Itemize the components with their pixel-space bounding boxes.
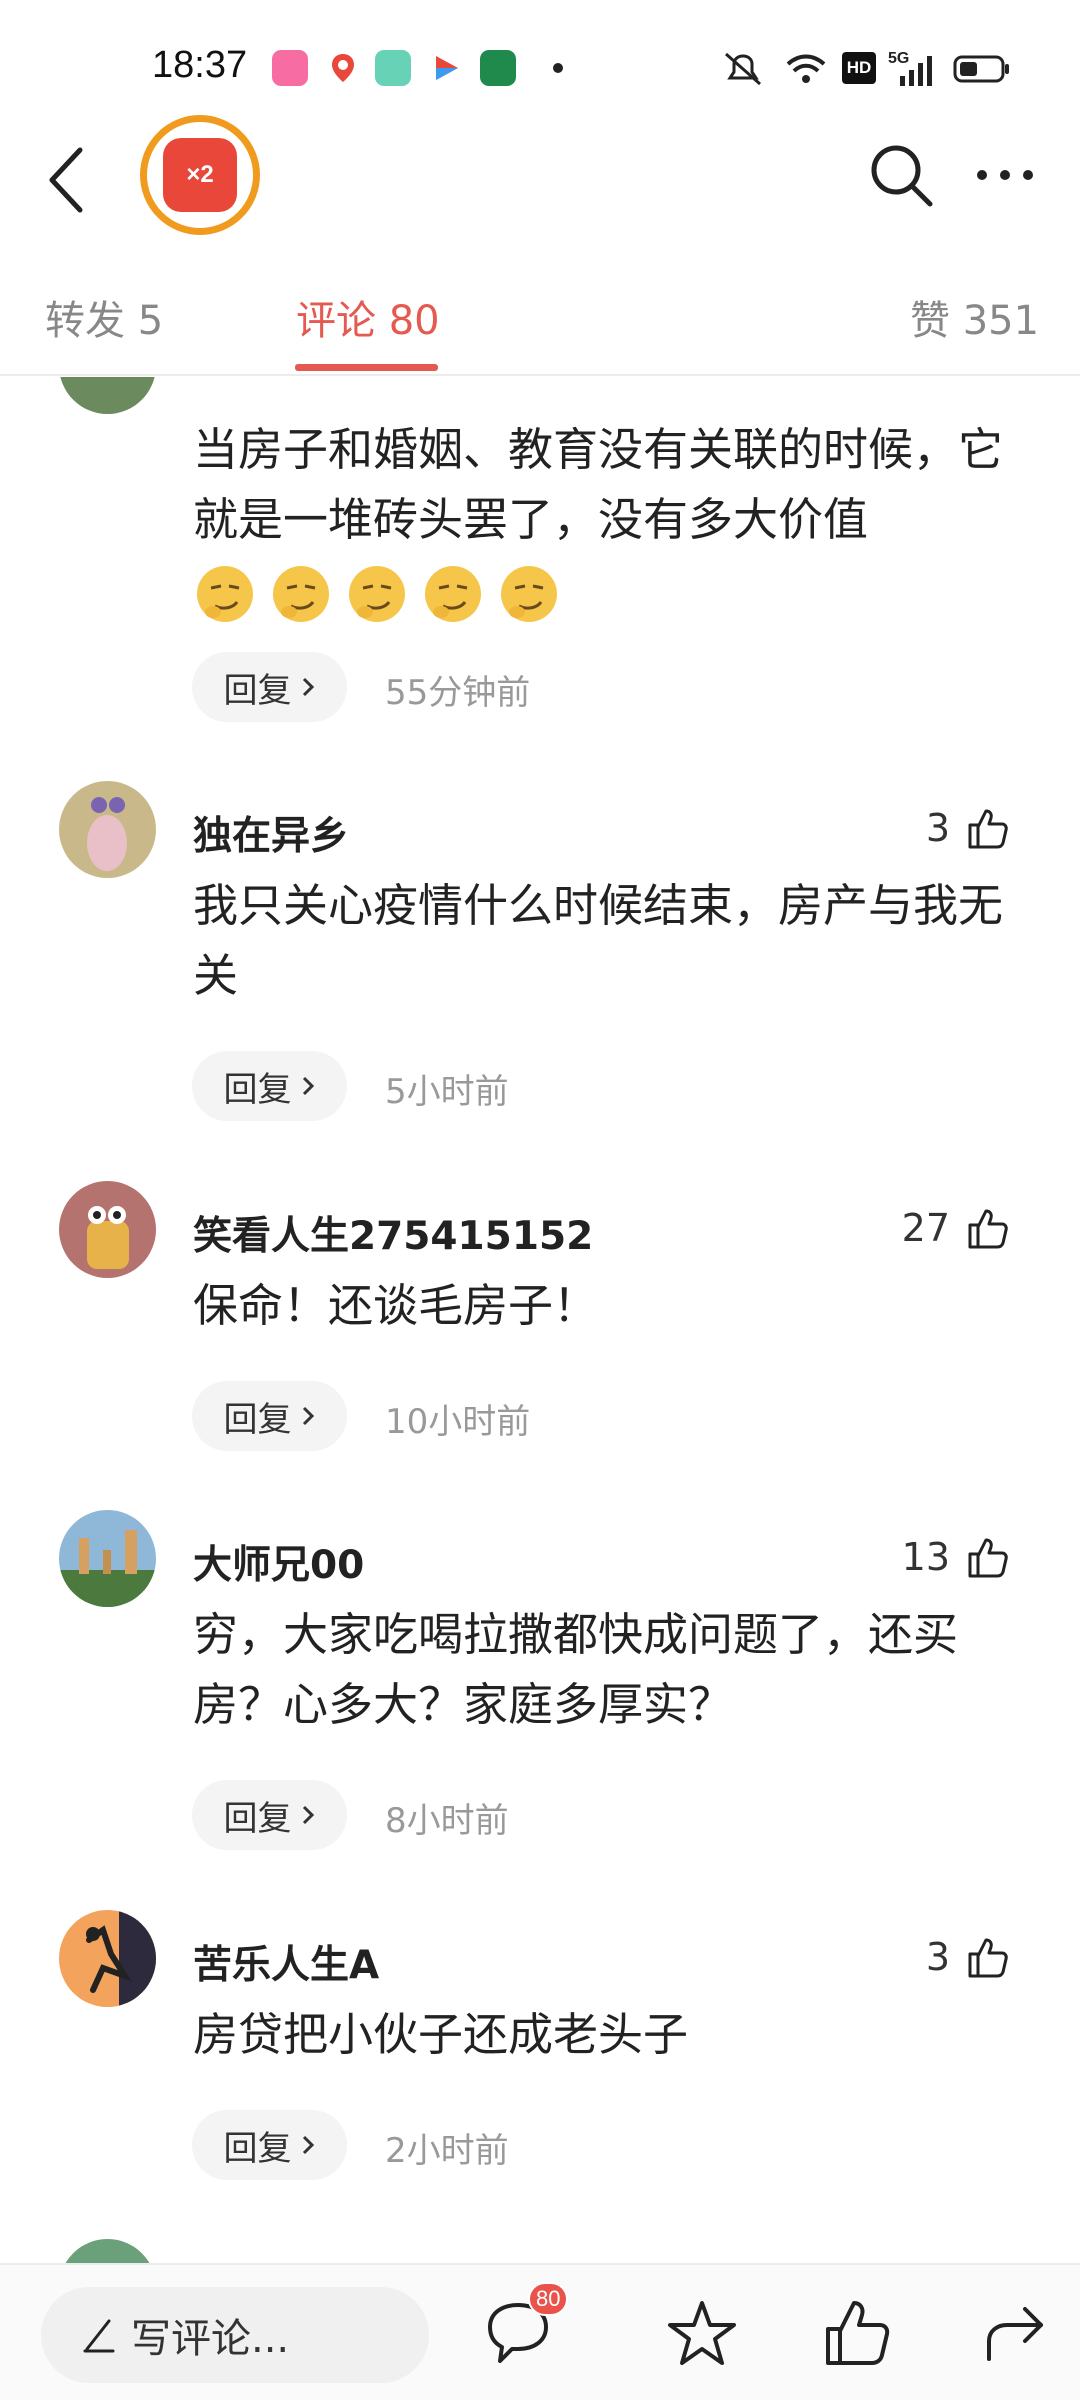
smirk-emoji-icon bbox=[501, 566, 557, 622]
comment-time: 8小时前 bbox=[385, 1801, 509, 1841]
reply-label: 回复 bbox=[223, 1798, 292, 1839]
chevron-right-icon bbox=[302, 1076, 314, 1096]
back-arrow-icon[interactable] bbox=[40, 140, 100, 220]
like-button[interactable]: 27 bbox=[902, 1205, 1010, 1251]
share-icon[interactable] bbox=[975, 2293, 1055, 2373]
comment-time: 10小时前 bbox=[385, 1402, 531, 1442]
like-button[interactable]: 3 bbox=[926, 805, 1010, 851]
reply-label: 回复 bbox=[223, 2128, 292, 2169]
reply-button[interactable]: 回复 bbox=[192, 2110, 347, 2180]
like-button[interactable]: 13 bbox=[902, 1534, 1010, 1580]
signal-icon: 5G bbox=[888, 50, 934, 88]
smirk-emoji-icon bbox=[197, 566, 253, 622]
avatar[interactable] bbox=[59, 1181, 156, 1278]
avatar[interactable] bbox=[59, 781, 156, 878]
hd-label: HD bbox=[846, 58, 872, 77]
reply-button[interactable]: 回复 bbox=[192, 652, 347, 722]
avatar[interactable] bbox=[59, 2239, 156, 2263]
bilibili-icon bbox=[272, 50, 308, 86]
tab-reposts[interactable]: 转发 5 bbox=[45, 288, 163, 346]
input-placeholder: 写评论... bbox=[131, 2316, 290, 2362]
smirk-emoji-icon bbox=[425, 566, 481, 622]
star-icon[interactable] bbox=[662, 2293, 742, 2373]
user-avatar[interactable]: ×2 bbox=[140, 115, 260, 235]
status-bar: 18:37 HD 5G bbox=[0, 0, 1080, 136]
comment-text: 穷，大家吃喝拉撒都快成问题了，还买房？心多大？家庭多厚实？ bbox=[193, 1608, 959, 1731]
thumbs-up-icon bbox=[968, 809, 1008, 849]
search-icon[interactable] bbox=[866, 140, 936, 210]
tab-comments[interactable]: 评论 80 bbox=[296, 288, 440, 346]
comment-text: 房贷把小伙子还成老头子 bbox=[193, 2008, 689, 2061]
bottom-action-bar: 写评论... 80 bbox=[0, 2263, 1080, 2400]
chevron-right-icon bbox=[302, 1805, 314, 1825]
smirk-emoji-icon bbox=[273, 566, 329, 622]
reply-button[interactable]: 回复 bbox=[192, 1780, 347, 1850]
comment-count-badge: 80 bbox=[528, 2282, 569, 2316]
like-count: 3 bbox=[925, 806, 950, 850]
commenter-name[interactable]: 笑看人生275415152 bbox=[193, 1205, 593, 1261]
tab-bar: 转发 5 评论 80 赞 351 bbox=[0, 266, 1080, 376]
write-comment-input[interactable]: 写评论... bbox=[41, 2287, 429, 2383]
thumbs-up-icon bbox=[968, 1938, 1008, 1978]
commenter-name[interactable]: 苦乐人生A bbox=[193, 1934, 379, 1990]
avatar[interactable] bbox=[59, 377, 156, 414]
comment-text: 我只关心疫情什么时候结束，房产与我无关 bbox=[193, 879, 1004, 1002]
chevron-right-icon bbox=[302, 2135, 314, 2155]
commenter-name[interactable]: 大师兄00 bbox=[193, 1534, 364, 1590]
notification-dot bbox=[553, 63, 563, 73]
comment-list[interactable]: 当房子和婚姻、教育没有关联的时候，它就是一堆砖头罢了，没有多大价值 回复 55分… bbox=[0, 377, 1080, 2263]
like-count: 3 bbox=[925, 1935, 950, 1979]
red-packet-icon: ×2 bbox=[163, 138, 237, 212]
thumbs-up-icon bbox=[968, 1538, 1008, 1578]
like-count: 13 bbox=[901, 1535, 950, 1579]
chevron-right-icon bbox=[302, 1406, 314, 1426]
avatar-badge: ×2 bbox=[186, 161, 214, 188]
reply-button[interactable]: 回复 bbox=[192, 1051, 347, 1121]
map-pin-icon bbox=[325, 50, 361, 86]
mute-icon bbox=[725, 52, 761, 86]
comment-time: 5小时前 bbox=[385, 1072, 509, 1112]
comment-text: 当房子和婚姻、教育没有关联的时候，它就是一堆砖头罢了，没有多大价值 bbox=[193, 423, 1004, 546]
reply-label: 回复 bbox=[223, 1399, 292, 1440]
more-options-icon[interactable] bbox=[970, 150, 1040, 200]
status-time: 18:37 bbox=[152, 44, 248, 86]
tab-likes[interactable]: 赞 351 bbox=[910, 288, 1039, 346]
video-app-icon bbox=[428, 50, 464, 86]
comment-time: 55分钟前 bbox=[385, 673, 531, 713]
avatar[interactable] bbox=[59, 1910, 156, 2007]
oppo-icon bbox=[480, 50, 516, 86]
like-count: 27 bbox=[901, 1206, 950, 1250]
gallery-icon bbox=[375, 50, 411, 86]
avatar[interactable] bbox=[59, 1510, 156, 1607]
reply-label: 回复 bbox=[223, 670, 292, 711]
chevron-right-icon bbox=[302, 677, 314, 697]
hd-badge: HD bbox=[842, 52, 876, 84]
wifi-icon bbox=[786, 54, 826, 83]
commenter-name[interactable]: 独在异乡 bbox=[193, 805, 349, 861]
comment-time: 2小时前 bbox=[385, 2131, 509, 2171]
pencil-icon bbox=[83, 2319, 115, 2353]
comment-text: 保命！还谈毛房子！ bbox=[193, 1279, 599, 1332]
tab-active-indicator bbox=[295, 364, 438, 371]
emoji-row bbox=[193, 562, 561, 626]
reply-label: 回复 bbox=[223, 1069, 292, 1110]
battery-icon bbox=[953, 55, 1009, 83]
thumbs-up-icon[interactable] bbox=[818, 2293, 898, 2373]
reply-button[interactable]: 回复 bbox=[192, 1381, 347, 1451]
smirk-emoji-icon bbox=[349, 566, 405, 622]
thumbs-up-icon bbox=[968, 1209, 1008, 1249]
like-button[interactable]: 3 bbox=[926, 1934, 1010, 1980]
